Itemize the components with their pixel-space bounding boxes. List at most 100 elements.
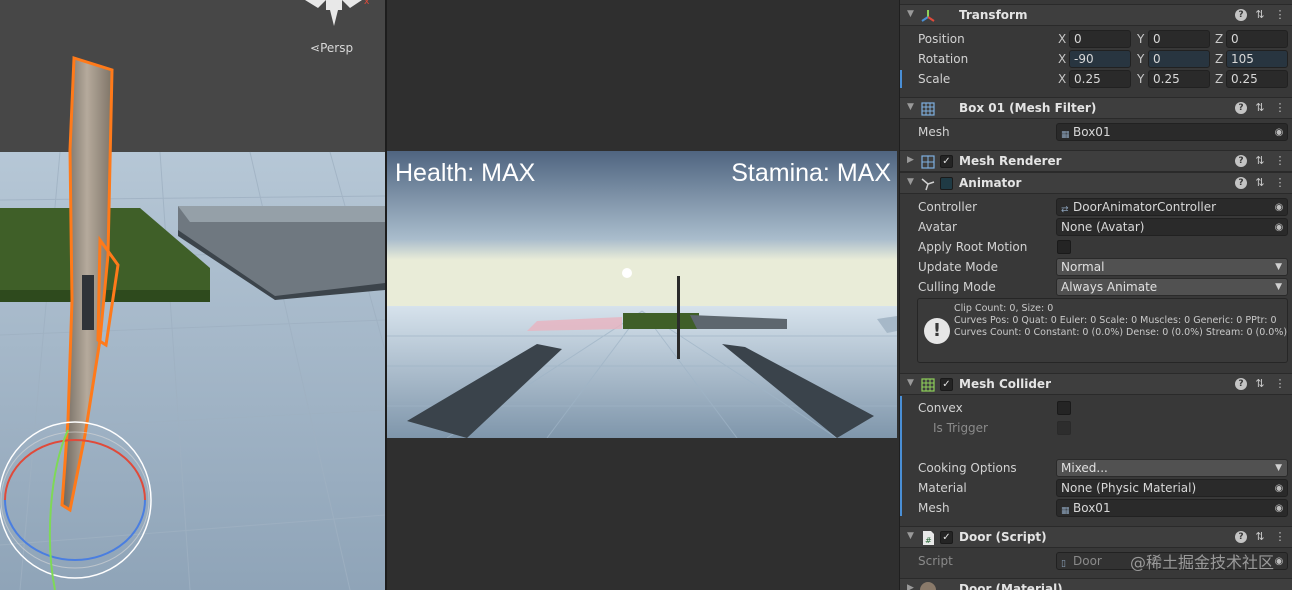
presets-icon[interactable]: ⇅	[1253, 154, 1267, 167]
axis-x-label[interactable]: X	[1058, 32, 1066, 46]
axis-x-label[interactable]: X	[1058, 52, 1066, 66]
more-menu-icon[interactable]: ⋮	[1273, 377, 1287, 390]
rotation-label: Rotation	[918, 52, 969, 66]
svg-text:#: #	[925, 536, 932, 545]
rotation-x-field[interactable]: -90	[1069, 50, 1131, 68]
door-script-header[interactable]: ▼ # ✓ Door (Script) ? ⇅ ⋮	[900, 526, 1292, 548]
component-title: Animator	[959, 176, 1022, 190]
mesh-filter-mesh-row: Mesh ▦ Box01 ◉	[900, 122, 1292, 142]
door-material-header[interactable]: ▶ Door (Material)	[900, 578, 1292, 590]
component-title: Box 01 (Mesh Filter)	[959, 101, 1097, 115]
help-icon[interactable]: ?	[1235, 531, 1247, 543]
presets-icon[interactable]: ⇅	[1253, 377, 1267, 390]
rotation-z-field[interactable]: 105	[1226, 50, 1288, 68]
scale-y-field[interactable]: 0.25	[1148, 70, 1210, 88]
scale-x-field[interactable]: 0.25	[1069, 70, 1131, 88]
game-view[interactable]: Health: MAX Stamina: MAX	[387, 151, 897, 438]
animator-header[interactable]: ▼ Animator ? ⇅ ⋮	[900, 172, 1292, 194]
axis-z-label[interactable]: Z	[1215, 52, 1223, 66]
rotation-y-field[interactable]: 0	[1148, 50, 1210, 68]
fold-arrow-icon[interactable]: ▶	[907, 583, 914, 590]
rotation-row: Rotation X -90 Y 0 Z 105	[900, 49, 1292, 69]
axis-x-label[interactable]: X	[1058, 72, 1066, 86]
apply-root-motion-label: Apply Root Motion	[918, 240, 1028, 254]
presets-icon[interactable]: ⇅	[1253, 101, 1267, 114]
is-trigger-checkbox	[1057, 421, 1071, 435]
collider-mesh-object-field[interactable]: ▦ Box01 ◉	[1056, 499, 1288, 517]
axis-z-label[interactable]: Z	[1215, 32, 1223, 46]
fold-arrow-icon[interactable]: ▼	[907, 9, 914, 19]
scale-z-field[interactable]: 0.25	[1226, 70, 1288, 88]
help-icon[interactable]: ?	[1235, 177, 1247, 189]
axis-y-label[interactable]: Y	[1137, 72, 1144, 86]
culling-mode-value: Always Animate	[1061, 280, 1158, 294]
more-menu-icon[interactable]: ⋮	[1273, 8, 1287, 21]
scene-view[interactable]: x ⋖Persp	[0, 0, 385, 590]
enabled-checkbox[interactable]	[940, 177, 953, 190]
mesh-filter-header[interactable]: ▼ Box 01 (Mesh Filter) ? ⇅ ⋮	[900, 97, 1292, 119]
mesh-label: Mesh	[918, 125, 950, 139]
presets-icon[interactable]: ⇅	[1253, 8, 1267, 21]
material-label: Material	[918, 481, 967, 495]
cooking-options-value: Mixed...	[1061, 461, 1108, 475]
controller-row: Controller ⇄ DoorAnimatorController ◉	[900, 197, 1292, 217]
more-menu-icon[interactable]: ⋮	[1273, 176, 1287, 189]
culling-mode-row: Culling Mode Always Animate ▼	[900, 277, 1292, 297]
position-x-field[interactable]: 0	[1069, 30, 1131, 48]
more-menu-icon[interactable]: ⋮	[1273, 101, 1287, 114]
controller-object-field[interactable]: ⇄ DoorAnimatorController ◉	[1056, 198, 1288, 216]
object-picker-icon[interactable]: ◉	[1271, 200, 1287, 214]
position-z-field[interactable]: 0	[1226, 30, 1288, 48]
more-menu-icon[interactable]: ⋮	[1273, 530, 1287, 543]
fold-arrow-icon[interactable]: ▼	[907, 378, 914, 388]
position-y-field[interactable]: 0	[1148, 30, 1210, 48]
enabled-checkbox[interactable]: ✓	[940, 531, 953, 544]
position-label: Position	[918, 32, 965, 46]
mesh-object-field[interactable]: ▦ Box01 ◉	[1056, 123, 1288, 141]
help-icon[interactable]: ?	[1235, 155, 1247, 167]
help-icon[interactable]: ?	[1235, 102, 1247, 114]
help-icon[interactable]: ?	[1235, 378, 1247, 390]
enabled-checkbox[interactable]: ✓	[940, 155, 953, 168]
enabled-checkbox[interactable]: ✓	[940, 378, 953, 391]
fold-arrow-icon[interactable]: ▼	[907, 177, 914, 187]
avatar-object-field[interactable]: None (Avatar) ◉	[1056, 218, 1288, 236]
update-mode-value: Normal	[1061, 260, 1105, 274]
cooking-options-row: Cooking Options Mixed... ▼	[900, 458, 1292, 478]
dropdown-caret-icon: ▼	[1275, 463, 1282, 473]
object-picker-icon[interactable]: ◉	[1271, 481, 1287, 495]
scene-viewport[interactable]: x	[0, 0, 385, 590]
culling-mode-dropdown[interactable]: Always Animate ▼	[1056, 278, 1288, 296]
convex-label: Convex	[918, 401, 963, 415]
script-file-icon: ▯	[1061, 559, 1066, 569]
perspective-label: Persp	[320, 41, 354, 55]
game-viewport	[387, 151, 897, 438]
fold-arrow-icon[interactable]: ▼	[907, 531, 914, 541]
apply-root-motion-checkbox[interactable]	[1057, 240, 1071, 254]
help-icon[interactable]: ?	[1235, 9, 1247, 21]
inspector-panel: ▼ Transform ? ⇅ ⋮ Position X 0 Y 0 Z 0 Rot…	[899, 0, 1292, 590]
convex-checkbox[interactable]	[1057, 401, 1071, 415]
axis-y-label[interactable]: Y	[1137, 52, 1144, 66]
stamina-hud-text: Stamina: MAX	[731, 159, 891, 187]
material-object-field[interactable]: None (Physic Material) ◉	[1056, 479, 1288, 497]
fold-arrow-icon[interactable]: ▼	[907, 102, 914, 112]
more-menu-icon[interactable]: ⋮	[1273, 154, 1287, 167]
mesh-renderer-header[interactable]: ▶ ✓ Mesh Renderer ? ⇅ ⋮	[900, 150, 1292, 172]
presets-icon[interactable]: ⇅	[1253, 176, 1267, 189]
mesh-collider-header[interactable]: ▼ ✓ Mesh Collider ? ⇅ ⋮	[900, 373, 1292, 395]
axis-z-label[interactable]: Z	[1215, 72, 1223, 86]
transform-header[interactable]: ▼ Transform ? ⇅ ⋮	[900, 4, 1292, 26]
health-hud-text: Health: MAX	[395, 159, 536, 187]
cooking-options-dropdown[interactable]: Mixed... ▼	[1056, 459, 1288, 477]
perspective-toggle[interactable]: ⋖Persp	[310, 41, 353, 55]
fold-arrow-icon[interactable]: ▶	[907, 155, 914, 165]
object-picker-icon[interactable]: ◉	[1271, 125, 1287, 139]
update-mode-dropdown[interactable]: Normal ▼	[1056, 258, 1288, 276]
dropdown-caret-icon: ▼	[1275, 262, 1282, 272]
presets-icon[interactable]: ⇅	[1253, 530, 1267, 543]
axis-y-label[interactable]: Y	[1137, 32, 1144, 46]
watermark-text: @稀土掘金技术社区	[1129, 553, 1274, 572]
object-picker-icon[interactable]: ◉	[1271, 220, 1287, 234]
object-picker-icon[interactable]: ◉	[1271, 501, 1287, 515]
